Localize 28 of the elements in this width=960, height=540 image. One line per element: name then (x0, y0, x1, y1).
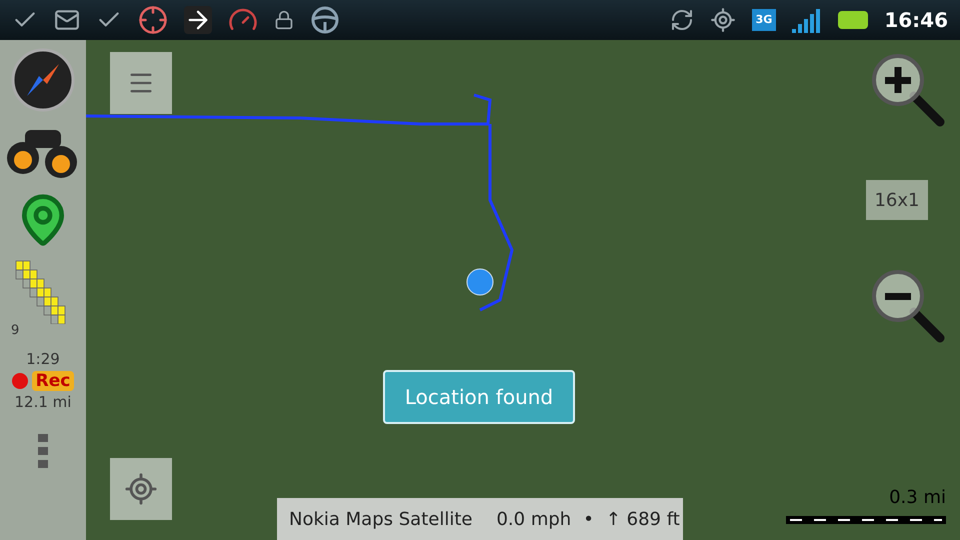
locate-icon (124, 472, 158, 506)
steering-wheel-icon (310, 5, 340, 35)
battery-icon (838, 11, 868, 29)
scale-label: 0.3 mi (889, 486, 946, 510)
signal-icon (792, 7, 822, 33)
zoom-out-icon[interactable] (870, 268, 946, 344)
track-distance: 12.1 mi (14, 392, 72, 412)
sync-icon (670, 8, 694, 32)
map-source: Nokia Maps Satellite (289, 508, 472, 532)
crosshair-icon (138, 5, 168, 35)
speed: 0.0 mph (496, 508, 572, 532)
network-type: 3G (752, 9, 776, 31)
more-options-icon[interactable] (37, 433, 49, 469)
satellite-count: 9 (11, 322, 20, 340)
record-label: Rec (32, 370, 74, 390)
lock-icon (274, 10, 294, 30)
locate-button[interactable] (110, 458, 172, 520)
zoom-in-icon[interactable] (870, 52, 946, 128)
toast: Location found (383, 370, 575, 424)
menu-button[interactable] (110, 52, 172, 114)
position-marker-icon (466, 268, 494, 296)
clock: 16:46 (884, 7, 948, 34)
altitude: ↑ 689 ft (606, 508, 680, 532)
separator: • (583, 508, 594, 532)
track-duration: 1:29 (26, 349, 60, 370)
compass-icon[interactable] (11, 48, 75, 112)
zoom-level: 16x1 (866, 180, 928, 220)
gps-icon (710, 7, 736, 33)
